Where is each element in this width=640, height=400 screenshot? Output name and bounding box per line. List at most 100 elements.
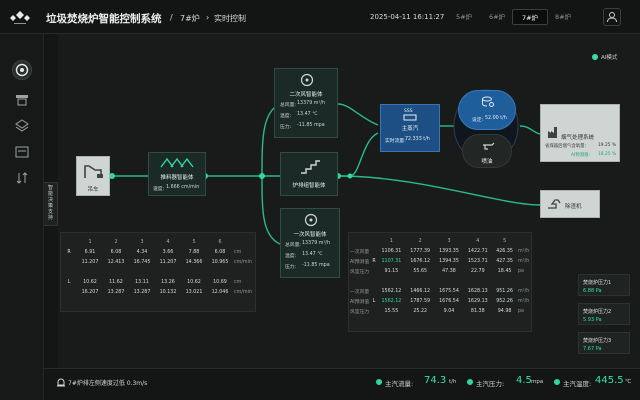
secondary-air-label: 压力: <box>280 125 292 130</box>
primary-air-agent-node[interactable]: 一次风智能体 总风量: 13379 m³/h 温度: 13.47 ℃ 压力: -… <box>280 208 340 278</box>
table-cell: 94.98 <box>497 308 512 314</box>
secondary-air-value: 13.47 ℃ <box>297 112 318 117</box>
table-cell: 10.69 <box>213 279 227 285</box>
table-cell: 7.88 <box>188 249 200 255</box>
main-steam-node[interactable]: SSS 主蒸汽 实时流量: 72.333 t/h <box>380 104 440 152</box>
table-cell: 6.08 <box>214 249 226 255</box>
steam-temp-value: 445.5 <box>595 375 624 386</box>
secondary-air-value: 13379 m³/h <box>297 101 326 106</box>
unit-label: cm/min <box>234 259 252 265</box>
column-header: 2 <box>114 239 118 245</box>
table-row: AI预测值 1107.31 1676.12 1394.35 1523.71 42… <box>349 256 531 266</box>
pusher-icon <box>160 157 194 168</box>
ai-mode-toggle[interactable]: AI模式 <box>592 53 617 61</box>
side-label <box>61 287 77 297</box>
table-header-row: 1 2 3 4 5 <box>349 236 531 246</box>
pressure-card-value: 7.67 Pa <box>583 346 602 352</box>
side-label: R <box>67 249 71 255</box>
table-cell: 6.91 <box>84 249 96 255</box>
unit-label: m³/h <box>518 248 530 254</box>
status-dot-icon <box>554 379 560 385</box>
side-label <box>61 257 77 267</box>
table-cell: 15.55 <box>384 308 399 314</box>
table-cell: 10.62 <box>83 279 97 285</box>
ai-mode-label: AI模式 <box>601 55 618 61</box>
table-cell: 14.366 <box>185 259 203 265</box>
table-header-row: 1 2 3 4 5 6 <box>61 237 255 247</box>
pusher-title: 推料器智能体 <box>160 175 194 181</box>
table-cell <box>233 237 255 247</box>
table-cell: 81.38 <box>470 308 485 314</box>
steam-temp-label: 主汽温度: <box>563 380 592 388</box>
steam-pressure-unit: mpa <box>531 379 544 385</box>
table-cell: 13.11 <box>135 279 149 285</box>
table-cell <box>517 236 531 246</box>
table-cell: 11.62 <box>109 279 123 285</box>
row-label: 风室压力 <box>350 269 370 275</box>
crane-node[interactable]: 吊车 <box>76 156 110 196</box>
setpoint-label: 设定: <box>472 118 484 123</box>
factory-icon <box>548 127 557 138</box>
steam-icon <box>403 114 417 121</box>
pressure-card-title: 焚烧炉压力2 <box>583 309 612 315</box>
pressure-card: 焚烧炉压力3 7.67 Pa <box>578 332 630 354</box>
table-cell: 16.745 <box>133 259 151 265</box>
unit-label: pa <box>518 308 524 314</box>
main-steam-title: 主蒸汽 <box>401 126 419 132</box>
status-dot-icon <box>592 54 598 60</box>
table-cell: 13.021 <box>185 289 203 295</box>
column-header: 4 <box>166 239 170 245</box>
table-cell: 16.207 <box>81 289 99 295</box>
table-cell: 12.046 <box>211 289 229 295</box>
setpoint-node[interactable]: 设定: 52.00 t/h <box>458 90 516 130</box>
pressure-card: 焚烧炉压力2 5.93 Pa <box>578 303 630 325</box>
table-cell: 4.34 <box>136 249 148 255</box>
table-cell: 427.35 <box>496 258 513 264</box>
table-cell: 1676.12 <box>410 258 431 264</box>
spray-node[interactable]: 喷油 <box>462 134 512 168</box>
unit-label: m³/h <box>518 288 530 294</box>
column-header: 5 <box>192 239 196 245</box>
pusher-data-table: 1 2 3 4 5 6 R 6.91 6.08 4.34 3.66 7.88 6… <box>60 232 256 312</box>
spray-label: 喷油 <box>481 159 493 165</box>
pusher-agent-node[interactable]: 推料器智能体 速度: 1.666 cm/min <box>148 152 206 196</box>
table-cell: 10.62 <box>187 279 201 285</box>
table-cell: 11.207 <box>159 259 177 265</box>
column-header: 1 <box>389 238 393 244</box>
table-cell: 25.22 <box>413 308 428 314</box>
table-cell: 1562.12 <box>381 288 402 294</box>
alert-message[interactable]: 7#炉排左侧速度过低 0.3m/s <box>68 378 147 387</box>
table-row: 一次风量 R 1106.31 1777.39 1393.35 1422.71 4… <box>349 246 531 264</box>
table-cell <box>349 236 371 246</box>
table-cell: 18.45 <box>497 268 512 274</box>
primary-air-label: 总风量: <box>285 243 302 248</box>
table-cell: 6.08 <box>110 249 122 255</box>
slag-remover-node[interactable]: 除渣机 <box>540 190 600 218</box>
stairs-icon <box>301 160 320 174</box>
grate-agent-node[interactable]: 炉排组智能体 <box>280 152 338 196</box>
flue-gas-oxygen-label: 省煤器后烟气含氧量: <box>545 144 586 149</box>
table-spacer <box>349 276 531 286</box>
flue-gas-node[interactable]: 烟气处理系统 省煤器后烟气含氧量: 19.25 % AI预测值: 18.25 % <box>540 104 620 162</box>
pusher-speed-label: 速度: <box>153 187 165 192</box>
column-header: 2 <box>418 238 422 244</box>
primary-air-value: -11.85 mpa <box>302 263 330 268</box>
table-cell: 13.26 <box>161 279 175 285</box>
secondary-air-agent-node[interactable]: 二次风智能体 总风量: 13379 m³/h 温度: 13.47 ℃ 压力: -… <box>274 68 338 138</box>
pusher-table: 1 2 3 4 5 6 R 6.91 6.08 4.34 3.66 7.88 6… <box>61 237 255 297</box>
table-cell: 9.04 <box>443 308 455 314</box>
table-cell: 10.132 <box>159 289 177 295</box>
alarm-icon <box>57 378 65 387</box>
table-cell: 13.287 <box>133 289 151 295</box>
table-row: 一次风量 L 1562.12 1466.12 1675.54 1628.13 9… <box>349 286 531 304</box>
table-cell: 1676.54 <box>439 298 459 304</box>
table-row: 16.207 13.287 13.287 10.132 13.021 12.04… <box>61 287 255 297</box>
column-header: 3 <box>140 239 144 245</box>
steam-pressure-value: 4.5 <box>516 375 532 386</box>
table-row: 风室压力 15.55 25.22 9.04 81.38 94.98 pa <box>349 306 531 316</box>
table-cell: 1675.54 <box>439 288 459 294</box>
table-cell: 10.965 <box>211 259 229 265</box>
pressure-card-value: 5.93 Pa <box>583 317 602 323</box>
table-cell: 22.79 <box>470 268 485 274</box>
column-header: 4 <box>476 238 480 244</box>
